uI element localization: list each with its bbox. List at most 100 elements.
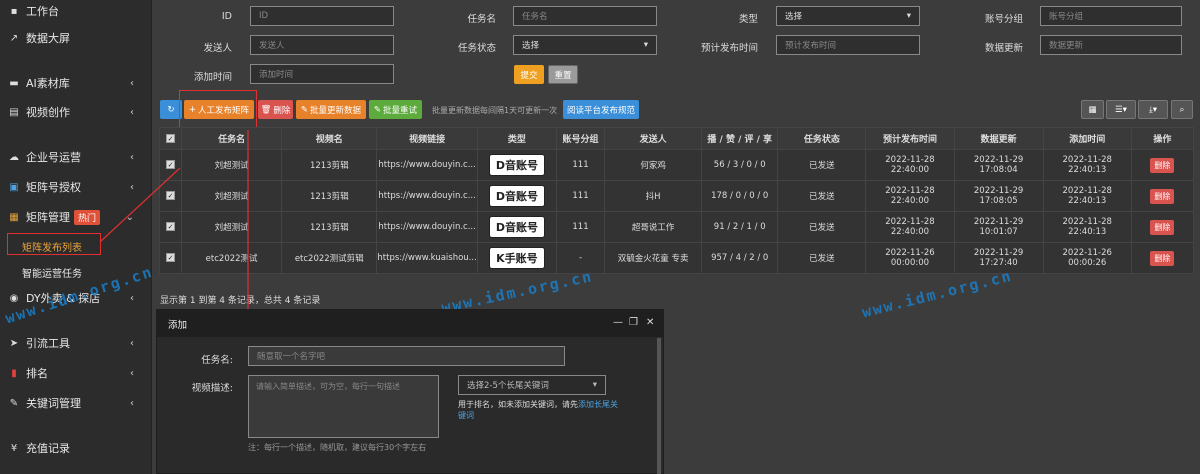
maximize-icon[interactable]: ❐ [629, 317, 638, 328]
row-delete-button[interactable]: 删除 [1150, 219, 1175, 235]
keyword-help-text: 用于排名，如未添加关键词，请先 [458, 400, 578, 409]
publish-table: ✓ 任务名 视频名 视频链接 类型 账号分组 发送人 播 / 赞 / 评 / 享… [158, 127, 1195, 274]
sidebar-item-dashboard[interactable]: ↗ 数据大屏 [0, 27, 152, 49]
sidebar-item-traffic[interactable]: ➤ 引流工具 ‹ [0, 332, 152, 354]
dialog-keyword-help: 用于排名，如未添加关键词，请先添加长尾关键词 [458, 399, 618, 421]
cell-sender: 何家鸡 [604, 149, 703, 181]
task-name-input[interactable]: 任务名 [513, 6, 657, 26]
caret-down-icon: ▾ [592, 380, 597, 390]
col-sender[interactable]: 发送人 [604, 127, 703, 150]
columns-button[interactable]: ☰▾ [1106, 100, 1136, 119]
row-delete-button[interactable]: 删除 [1150, 250, 1175, 266]
delete-button[interactable]: 🗑 删除 [258, 100, 293, 119]
export-button[interactable]: ⤓▾ [1138, 100, 1168, 119]
col-task-status[interactable]: 任务状态 [777, 127, 867, 150]
col-video-name[interactable]: 视频名 [281, 127, 378, 150]
id-input[interactable]: ID [250, 6, 394, 26]
sidebar-item-enterprise[interactable]: ☁ 企业号运营 ‹ [0, 146, 152, 168]
sidebar-item-label: 充值记录 [26, 442, 70, 455]
cell-status: 已发送 [777, 149, 867, 181]
cell-status: 已发送 [777, 211, 867, 243]
account-group-input[interactable]: 账号分组 [1040, 6, 1182, 26]
sidebar-item-keywords[interactable]: ✎ 关键词管理 ‹ [0, 392, 152, 414]
batch-retry-button[interactable]: ✎ 批量重试 [369, 100, 422, 119]
table-footer-summary: 显示第 1 到第 4 条记录，总共 4 条记录 [160, 296, 321, 306]
sidebar-item-label: AI素材库 [26, 77, 70, 90]
row-delete-button[interactable]: 删除 [1150, 188, 1175, 204]
sidebar-item-label: 关键词管理 [26, 397, 81, 410]
chart-line-icon: ↗ [9, 32, 19, 44]
sidebar-item-matrix-auth[interactable]: ▣ 矩阵号授权 ‹ [0, 176, 152, 198]
sidebar-item-label: 引流工具 [26, 337, 70, 350]
search-icon: ⌕ [1179, 104, 1185, 115]
sidebar-item-ranking[interactable]: ▮ 排名 ‹ [0, 362, 152, 384]
col-type[interactable]: 类型 [476, 127, 557, 150]
dialog-scrollbar[interactable] [657, 338, 661, 474]
cell-video[interactable]: etc2022测试剪辑 [281, 242, 378, 274]
task-status-select[interactable]: 选择 ▾ [513, 35, 657, 55]
cell-url[interactable]: https://www.douyin.c... [376, 211, 478, 243]
dialog-task-name-input[interactable]: 随意取一个名字吧 [248, 346, 565, 366]
cell-video[interactable]: 1213剪辑 [281, 180, 378, 212]
cell-video[interactable]: 1213剪辑 [281, 211, 378, 243]
sidebar-item-recharge[interactable]: ¥ 充值记录 [0, 437, 152, 459]
search-button[interactable]: ⌕ [1171, 100, 1193, 119]
col-scheduled[interactable]: 预计发布时间 [865, 127, 955, 150]
cell-url[interactable]: https://www.kuaishou... [376, 242, 478, 274]
task-name-label: 任务名 [467, 14, 496, 25]
minimize-icon[interactable]: — [613, 317, 623, 328]
sender-input[interactable]: 发送人 [250, 35, 394, 55]
data-update-input[interactable]: 数据更新 [1040, 35, 1182, 55]
cell-task: etc2022测试 [181, 242, 283, 274]
cell-url[interactable]: https://www.douyin.c... [376, 180, 478, 212]
cell-group: 111 [555, 211, 606, 243]
col-video-link[interactable]: 视频链接 [376, 127, 478, 150]
submit-button[interactable]: 提交 [514, 65, 544, 84]
col-task-name[interactable]: 任务名 [181, 127, 283, 150]
type-select-value: 选择 [785, 12, 803, 22]
delete-label: 删除 [273, 105, 291, 116]
col-added-time[interactable]: 添加时间 [1042, 127, 1132, 150]
cell-url[interactable]: https://www.douyin.c... [376, 149, 478, 181]
pencil-icon: ✎ [300, 104, 309, 115]
col-stats[interactable]: 播 / 赞 / 评 / 享 [701, 127, 779, 150]
dialog-keyword-select[interactable]: 选择2-5个长尾关键词 ▾ [458, 375, 606, 395]
grid-view-button[interactable]: ▦ [1081, 100, 1104, 119]
row-checkbox[interactable]: ✓ [158, 180, 183, 212]
data-update-label: 数据更新 [984, 43, 1023, 54]
sidebar-item-label: 工作台 [26, 5, 59, 18]
chevron-left-icon: ‹ [130, 292, 134, 304]
added-time-input[interactable]: 添加时间 [250, 64, 394, 84]
col-account-group[interactable]: 账号分组 [555, 127, 606, 150]
dialog-video-desc-label: 视频描述: [191, 383, 233, 394]
row-checkbox[interactable]: ✓ [158, 149, 183, 181]
caret-down-icon: ▾ [643, 40, 648, 50]
sidebar-item-ai-library[interactable]: ▬ AI素材库 ‹ [0, 72, 152, 94]
cell-video[interactable]: 1213剪辑 [281, 149, 378, 181]
dialog-video-desc-textarea[interactable]: 请输入简单描述，可为空，每行一句描述 [248, 375, 439, 438]
cell-stats: 91 / 2 / 1 / 0 [701, 211, 779, 243]
batch-update-button[interactable]: ✎ 批量更新数据 [296, 100, 366, 119]
table-header-row: ✓ 任务名 视频名 视频链接 类型 账号分组 发送人 播 / 赞 / 评 / 享… [158, 127, 1195, 150]
type-select[interactable]: 选择 ▾ [776, 6, 920, 26]
sidebar-subitem-smart-tasks[interactable]: 智能运营任务 [22, 265, 82, 280]
scheduled-label: 预计发布时间 [700, 43, 758, 54]
cell-scheduled: 2022-11-28 22:40:00 [865, 211, 955, 243]
read-rules-button[interactable]: 阅读平台发布规范 [563, 100, 639, 119]
row-checkbox[interactable]: ✓ [158, 211, 183, 243]
scheduled-input[interactable]: 预计发布时间 [776, 35, 920, 55]
row-delete-button[interactable]: 删除 [1150, 157, 1175, 173]
close-icon[interactable]: ✕ [646, 317, 654, 328]
row-checkbox[interactable]: ✓ [158, 242, 183, 274]
dialog-header: 添加 — ❐ ✕ [157, 310, 663, 337]
cell-task: 刘超测试 [181, 180, 283, 212]
sidebar-item-workbench[interactable]: ▪ 工作台 [0, 0, 152, 22]
select-all-checkbox[interactable]: ✓ [158, 127, 183, 150]
sidebar-item-matrix-manage[interactable]: ▦ 矩阵管理 热门 ⌄ [0, 206, 152, 228]
account-type-badge: D音账号 [488, 216, 545, 238]
reset-button[interactable]: 重置 [548, 65, 578, 84]
sidebar-item-video-create[interactable]: ▤ 视频创作 ‹ [0, 101, 152, 123]
cell-scheduled: 2022-11-28 22:40:00 [865, 180, 955, 212]
col-data-update[interactable]: 数据更新 [953, 127, 1044, 150]
cell-stats: 56 / 3 / 0 / 0 [701, 149, 779, 181]
